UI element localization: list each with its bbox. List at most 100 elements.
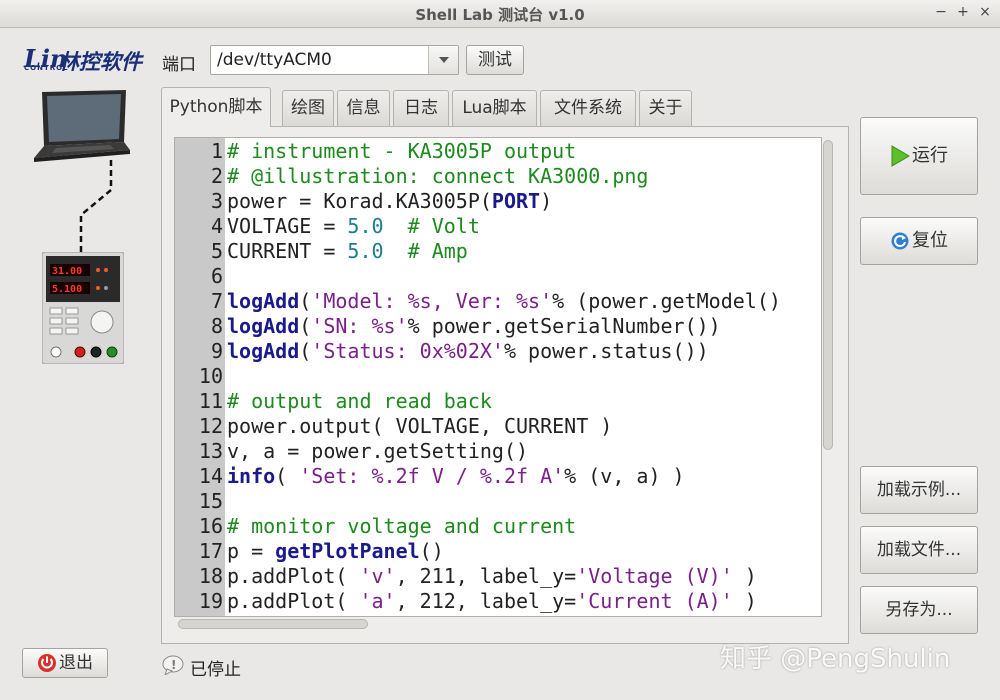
code-token: % (v, a) ) xyxy=(564,464,685,488)
code-text: p = getPlotPanel() xyxy=(227,539,444,564)
code-line: 15 xyxy=(175,489,821,514)
tab-python-script[interactable]: Python脚本 xyxy=(161,87,271,127)
code-token: 'SN: %s' xyxy=(311,314,408,338)
code-token: 'Set: %.2f V / %.2f A' xyxy=(299,464,565,488)
exit-button[interactable]: 退出 xyxy=(22,648,108,678)
code-token: ( xyxy=(299,314,312,338)
tab-log[interactable]: 日志 xyxy=(393,90,449,126)
logo-brand: 林控软件 xyxy=(58,50,142,74)
maximize-button[interactable]: + xyxy=(954,4,972,20)
code-text: info( 'Set: %.2f V / %.2f A'% (v, a) ) xyxy=(227,464,685,489)
editor-vertical-scrollbar[interactable] xyxy=(823,140,833,450)
chevron-down-icon xyxy=(439,57,449,63)
code-text: # @illustration: connect KA3000.png xyxy=(227,164,648,189)
code-token: () xyxy=(419,539,444,563)
code-text: power = Korad.KA3005P(PORT) xyxy=(227,189,552,214)
run-button[interactable]: 运行 xyxy=(860,117,978,195)
tab-filesystem[interactable]: 文件系统 xyxy=(540,90,636,126)
code-token: power.output( VOLTAGE, CURRENT ) xyxy=(227,414,613,438)
run-button-label: 运行 xyxy=(912,145,948,166)
code-line: 17 p = getPlotPanel() xyxy=(175,539,821,564)
port-select[interactable]: /dev/ttyACM0 xyxy=(210,45,459,75)
code-token: logAdd xyxy=(227,339,300,363)
line-number: 16 xyxy=(198,514,223,538)
code-editor[interactable]: 1 # instrument - KA3005P output 2 # @illust… xyxy=(174,137,822,617)
psu-current-display: 5.100 xyxy=(52,284,82,295)
code-token: p.addPlot( xyxy=(227,589,360,613)
code-line: 16 # monitor voltage and current xyxy=(175,514,821,539)
code-token: ( xyxy=(299,289,312,313)
code-token: 5.0 xyxy=(347,239,384,263)
code-line: 9 logAdd('Status: 0x%02X'% power.status()… xyxy=(175,339,821,364)
code-token: , 211, label_y= xyxy=(395,564,577,588)
status-text: 已停止 xyxy=(190,660,241,680)
code-line: 7 logAdd('Model: %s, Ver: %s'% (power.get… xyxy=(175,289,821,314)
line-number: 3 xyxy=(210,189,223,213)
line-number: 7 xyxy=(210,289,223,313)
tab-plot[interactable]: 绘图 xyxy=(282,90,334,126)
code-line: 11 # output and read back xyxy=(175,389,821,414)
load-file-button[interactable]: 加载文件... xyxy=(860,526,978,574)
line-number: 18 xyxy=(198,564,223,588)
code-line: 3 power = Korad.KA3005P(PORT) xyxy=(175,189,821,214)
code-line: 14 info( 'Set: %.2f V / %.2f A'% (v, a) ) xyxy=(175,464,821,489)
line-number: 1 xyxy=(210,139,223,163)
code-token: info xyxy=(227,464,276,488)
test-button[interactable]: 测试 xyxy=(466,45,524,75)
speech-bubble-icon: ! xyxy=(162,655,184,675)
line-number: 13 xyxy=(198,439,223,463)
code-text: VOLTAGE = 5.0 # Volt xyxy=(227,214,480,239)
svg-text:!: ! xyxy=(171,658,176,672)
company-logo: Lin CONTROL 林控软件 xyxy=(22,44,142,74)
tab-about[interactable]: 关于 xyxy=(639,90,692,126)
play-icon xyxy=(891,145,910,167)
line-number: 14 xyxy=(198,464,223,488)
line-number: 6 xyxy=(210,264,223,288)
code-line: 12 power.output( VOLTAGE, CURRENT ) xyxy=(175,414,821,439)
tab-lua-script[interactable]: Lua脚本 xyxy=(452,90,537,126)
code-token: 'Voltage (V)' xyxy=(576,564,733,588)
reset-button[interactable]: 复位 xyxy=(860,217,978,265)
code-text: power.output( VOLTAGE, CURRENT ) xyxy=(227,414,612,439)
tab-info[interactable]: 信息 xyxy=(337,90,390,126)
code-token: ( xyxy=(275,464,300,488)
code-token: ( xyxy=(299,339,312,363)
line-number: 4 xyxy=(210,214,223,238)
minimize-button[interactable]: − xyxy=(932,4,950,20)
code-token: 5.0 xyxy=(347,214,384,238)
code-text: p.addPlot( 'a', 212, label_y='Current (A… xyxy=(227,589,757,614)
save-as-button[interactable]: 另存为... xyxy=(860,586,978,634)
port-value: /dev/ttyACM0 xyxy=(217,50,332,70)
code-token: VOLTAGE = xyxy=(227,214,348,238)
code-token: ) xyxy=(540,189,553,213)
code-line: 19 p.addPlot( 'a', 212, label_y='Current … xyxy=(175,589,821,614)
code-token: p = xyxy=(227,539,276,563)
load-example-button[interactable]: 加载示例... xyxy=(860,466,978,514)
code-token: getPlotPanel xyxy=(275,539,420,563)
code-token: % power.status()) xyxy=(503,339,709,363)
editor-horizontal-scrollbar[interactable] xyxy=(178,619,368,629)
code-token: # Amp xyxy=(407,239,468,263)
code-token: # Volt xyxy=(407,214,480,238)
code-text: CURRENT = 5.0 # Amp xyxy=(227,239,468,264)
port-dropdown-button[interactable] xyxy=(428,46,458,74)
code-token: 'Current (A)' xyxy=(576,589,733,613)
close-button[interactable]: × xyxy=(976,4,994,20)
code-token: # output and read back xyxy=(227,389,492,413)
line-number: 10 xyxy=(198,364,223,388)
port-label: 端口 xyxy=(162,55,196,75)
reset-button-label: 复位 xyxy=(912,230,948,251)
code-token: # monitor voltage and current xyxy=(227,514,577,538)
title-bar: Shell Lab 测试台 v1.0 − + × xyxy=(0,0,1000,28)
refresh-icon xyxy=(891,232,909,250)
code-text: logAdd('Model: %s, Ver: %s'% (power.getM… xyxy=(227,289,781,314)
code-token: , 212, label_y= xyxy=(395,589,577,613)
code-token: power = Korad.KA3005P( xyxy=(227,189,492,213)
code-line: 8 logAdd('SN: %s'% power.getSerialNumber(… xyxy=(175,314,821,339)
line-number: 15 xyxy=(198,489,223,513)
laptop-icon xyxy=(34,90,130,162)
line-number: 12 xyxy=(198,414,223,438)
code-text: logAdd('Status: 0x%02X'% power.status()) xyxy=(227,339,709,364)
